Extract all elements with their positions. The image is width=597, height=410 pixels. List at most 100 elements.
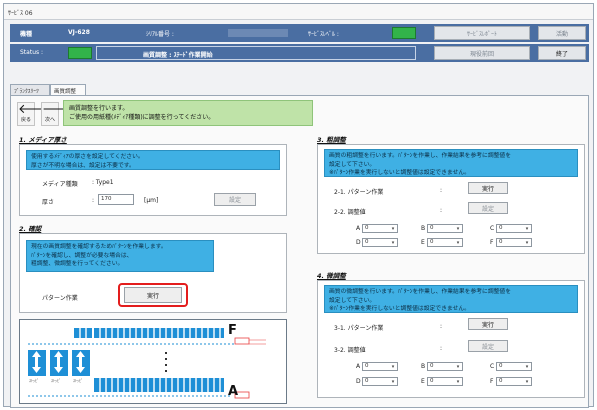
- select-value: 0: [430, 225, 434, 231]
- confirm-info: 現在の画質調整を確認するためﾊﾟﾀｰﾝを作業します。 ﾊﾟﾀｰﾝを確認し、調整が…: [26, 240, 214, 272]
- dropdown-arrow-icon: ▾: [456, 240, 460, 246]
- status-text: 画質調整 : ｽﾃｰﾄﾞ作業開始: [143, 52, 213, 59]
- info-line: 現在の画質調整を確認するためﾊﾟﾀｰﾝを作業します。: [31, 244, 167, 250]
- fine-set-button[interactable]: 設定: [468, 340, 508, 352]
- coarse-select-a[interactable]: 0 ▾: [362, 224, 398, 233]
- dropdown-arrow-icon: ▾: [391, 379, 395, 385]
- dropdown-arrow-icon: ▾: [525, 240, 529, 246]
- pattern-bottom-row: [28, 378, 250, 399]
- colon: :: [440, 187, 443, 194]
- colon: :: [440, 345, 443, 352]
- select-value: 0: [430, 363, 434, 369]
- arrow-left-icon: 🡐: [18, 102, 53, 117]
- info-line: ※ﾊﾟﾀｰﾝ作業を実行しないと調整値は設定できません。: [329, 306, 470, 312]
- section-confirm-title: 2. 確認: [19, 225, 42, 233]
- fine-select-e[interactable]: 0 ▾: [427, 377, 463, 386]
- info-line: 粗調整、微調整を行ってください。: [31, 261, 124, 267]
- coarse-label-d: D: [356, 239, 361, 246]
- colon: :: [440, 323, 443, 330]
- service-level-label: ｻｰﾋﾞｽﾚﾍﾞﾙ :: [308, 31, 339, 38]
- pattern-preview-image: [28, 328, 266, 399]
- pattern-caption: ｽﾄｯﾋﾟ: [73, 378, 83, 383]
- next-label: 次へ: [44, 117, 55, 123]
- back-button[interactable]: 🡐 戻る: [17, 102, 53, 126]
- info-line: ※ﾊﾟﾀｰﾝ作業を実行しないと調整値は設定できません。: [329, 170, 470, 176]
- coarse-adjust-label: 2-2. 調整値: [334, 209, 366, 216]
- status-label: Status :: [20, 49, 44, 56]
- coarse-set-button[interactable]: 設定: [468, 202, 508, 214]
- info-line: 設定して下さい。: [329, 297, 376, 304]
- service-report-button[interactable]: ｻｰﾋﾞｽﾚﾎﾟｰﾄ: [434, 26, 530, 40]
- coarse-select-e[interactable]: 0 ▾: [427, 238, 463, 247]
- coarse-select-b[interactable]: 0 ▾: [427, 224, 463, 233]
- run-button-highlight: [118, 283, 188, 307]
- dropdown-arrow-icon: ▾: [391, 364, 395, 370]
- info-line: 厚さが不明な場合は、設定は不要です。: [31, 162, 135, 169]
- main-panel: 🡐 戻る 🡒 次へ 画質調整を行います。 ご使用の用紙種(ﾒﾃﾞｨｱ種類)に調整…: [10, 95, 589, 408]
- pattern-preview: F A ｽﾄｯﾋﾟ ｽﾄｯﾋﾟ ｽﾄｯﾋﾟ: [19, 319, 287, 404]
- coarse-label-c: C: [490, 225, 495, 232]
- section-fine: 画質の微調整を行います。ﾊﾟﾀｰﾝを作業し、作業結果を参考に調整値を 設定して下…: [317, 280, 585, 398]
- dropdown-arrow-icon: ▾: [391, 226, 395, 232]
- section-media-thickness-title: 1. メディア厚さ: [19, 136, 67, 144]
- select-value: 0: [430, 378, 434, 384]
- fine-label-c: C: [490, 363, 495, 370]
- activity-button[interactable]: 活動: [538, 26, 586, 40]
- dropdown-arrow-icon: ▾: [525, 379, 529, 385]
- pattern-letter-a: A: [228, 384, 239, 399]
- section-fine-title: 4. 微調整: [317, 272, 346, 280]
- select-value: 0: [365, 225, 369, 231]
- fine-select-d[interactable]: 0 ▾: [362, 377, 398, 386]
- coarse-label-f: F: [490, 239, 494, 246]
- fine-select-b[interactable]: 0 ▾: [427, 362, 463, 371]
- coarse-info: 画質の粗調整を行います。ﾊﾟﾀｰﾝを作業し、作業結果を参考に調整値を 設定して下…: [324, 149, 578, 177]
- instruction-line-2: ご使用の用紙種(ﾒﾃﾞｨｱ種類)に調整を行ってください。: [69, 114, 215, 121]
- fine-label-f: F: [490, 378, 494, 385]
- section-confirm: 現在の画質調整を確認するためﾊﾟﾀｰﾝを作業します。 ﾊﾟﾀｰﾝを確認し、調整が…: [19, 233, 287, 313]
- coarse-select-c[interactable]: 0 ▾: [496, 224, 532, 233]
- media-thickness-info: 使用するﾒﾃﾞｨｱの厚さを設定してください。 厚さが不明な場合は、設定は不要です…: [26, 150, 280, 170]
- fine-info: 画質の微調整を行います。ﾊﾟﾀｰﾝを作業し、作業結果を参考に調整値を 設定して下…: [324, 285, 578, 313]
- info-line: 設定して下さい。: [329, 161, 376, 168]
- select-value: 0: [499, 239, 503, 245]
- next-button[interactable]: 🡒 次へ: [41, 102, 77, 126]
- coarse-label-b: B: [421, 225, 426, 232]
- fine-pattern-label: 3-1. パターン作業: [334, 325, 384, 332]
- title-bar: ｻｰﾋﾞｽ 06: [4, 4, 593, 20]
- info-line: 画質の微調整を行います。ﾊﾟﾀｰﾝを作業し、作業結果を参考に調整値を: [329, 289, 512, 295]
- previous-button[interactable]: 現役前回: [434, 46, 530, 60]
- fine-select-c[interactable]: 0 ▾: [496, 362, 532, 371]
- pattern-left-blocks: [28, 350, 90, 376]
- window-title: ｻｰﾋﾞｽ 06: [8, 10, 33, 17]
- coarse-run-button[interactable]: 実行: [468, 182, 508, 194]
- media-type-value: : Type1: [92, 179, 114, 186]
- dropdown-arrow-icon: ▾: [525, 364, 529, 370]
- fine-label-d: D: [356, 378, 361, 385]
- fine-run-button[interactable]: 実行: [468, 318, 508, 330]
- select-value: 0: [499, 225, 503, 231]
- select-value: 0: [365, 239, 369, 245]
- info-header: 機種 VJ-628 ｼﾘｱﾙ番号 : ｻｰﾋﾞｽﾚﾍﾞﾙ : ｻｰﾋﾞｽﾚﾎﾟｰ…: [10, 24, 589, 42]
- section-coarse-title: 3. 粗調整: [317, 136, 346, 144]
- arrow-right-icon: 🡒: [42, 102, 77, 117]
- app-window: ｻｰﾋﾞｽ 06 機種 VJ-628 ｼﾘｱﾙ番号 : ｻｰﾋﾞｽﾚﾍﾞﾙ : …: [3, 3, 594, 408]
- coarse-select-f[interactable]: 0 ▾: [496, 238, 532, 247]
- status-text-box: 画質調整 : ｽﾃｰﾄﾞ作業開始: [96, 46, 416, 60]
- thickness-label: 厚さ: [42, 199, 55, 206]
- end-button[interactable]: 終了: [538, 46, 586, 60]
- serial-label: ｼﾘｱﾙ番号 :: [146, 31, 174, 38]
- thickness-set-button[interactable]: 設定: [214, 193, 256, 206]
- serial-value-redacted: [228, 29, 288, 37]
- coarse-select-d[interactable]: 0 ▾: [362, 238, 398, 247]
- select-value: 0: [365, 378, 369, 384]
- select-value: 0: [499, 363, 503, 369]
- instruction-line-1: 画質調整を行います。: [69, 105, 129, 112]
- select-value: 0: [430, 239, 434, 245]
- select-value: 0: [365, 363, 369, 369]
- fine-select-f[interactable]: 0 ▾: [496, 377, 532, 386]
- fine-select-a[interactable]: 0 ▾: [362, 362, 398, 371]
- pattern-dots: [165, 352, 167, 372]
- dropdown-arrow-icon: ▾: [391, 240, 395, 246]
- section-media-thickness: 使用するﾒﾃﾞｨｱの厚さを設定してください。 厚さが不明な場合は、設定は不要です…: [19, 144, 287, 216]
- thickness-input[interactable]: 170: [98, 194, 134, 205]
